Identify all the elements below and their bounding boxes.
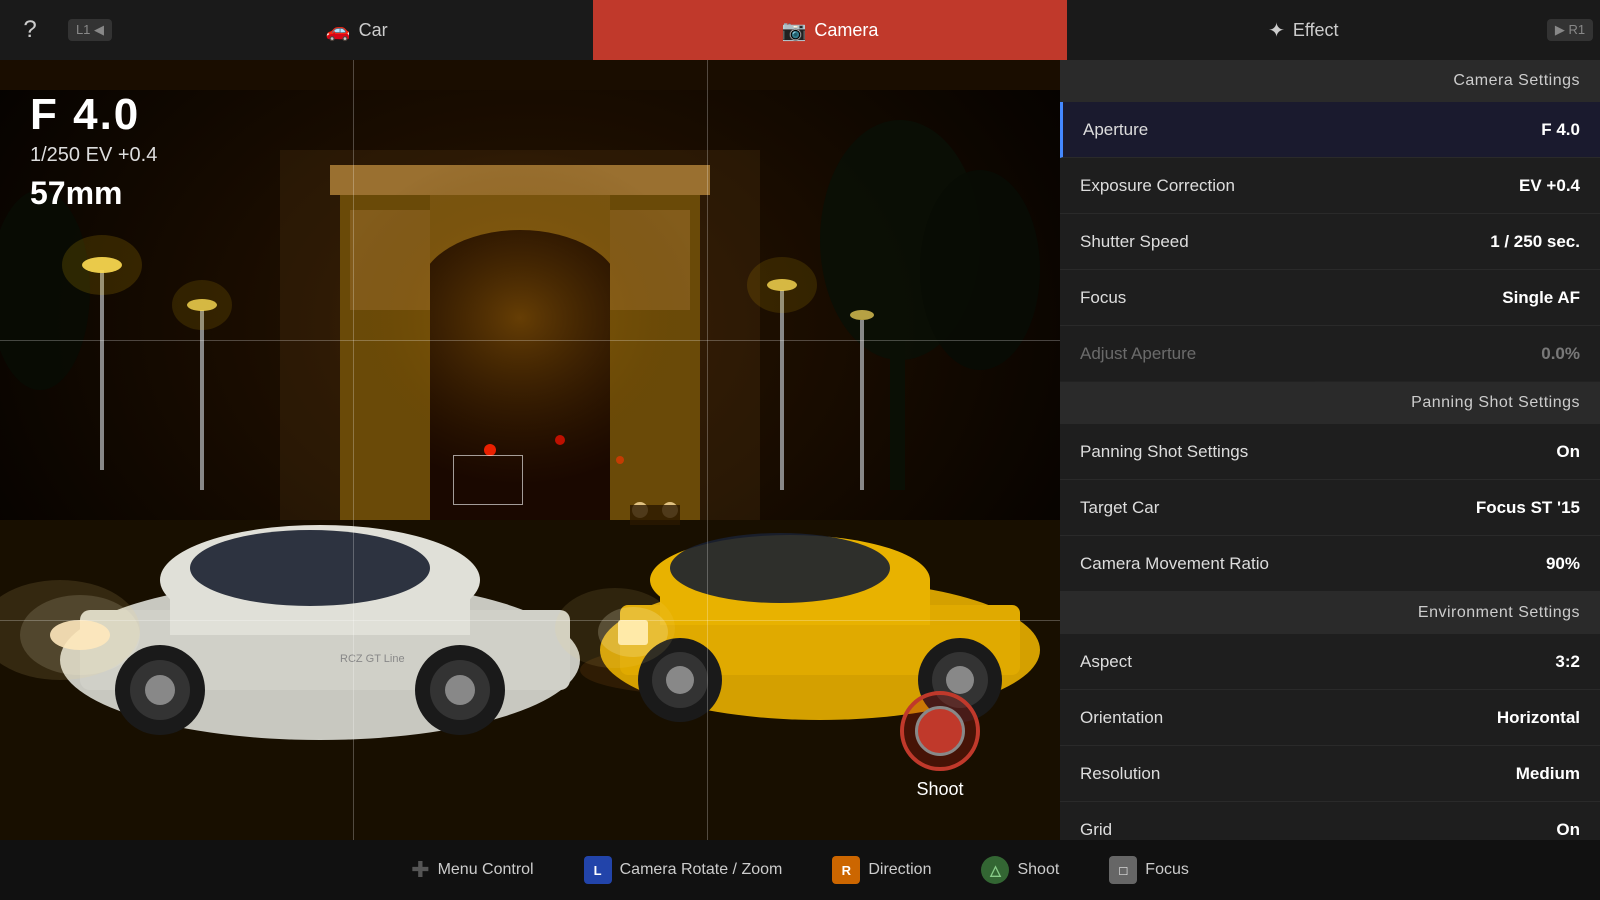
shutter-ev-display: 1/250 EV +0.4 [30,144,157,167]
r1-button[interactable]: ▶ R1 [1540,0,1600,60]
adjust-aperture-row: Adjust Aperture 0.0% [1060,326,1600,382]
effect-icon: ✦ [1268,18,1285,43]
dpad-icon: ✚ [411,857,429,883]
resolution-row[interactable]: Resolution Medium [1060,746,1600,802]
aperture-display: F 4.0 [30,90,157,140]
square-button-icon: □ [1109,856,1137,884]
focus-control: □ Focus [1109,856,1189,884]
shoot-label: Shoot [916,779,963,800]
top-navigation: ? L1 ◀ 🚗 Car 📷 Camera ✦ Effect ▶ R1 [0,0,1600,60]
menu-control: ✚ Menu Control [411,857,533,883]
environment-settings-header: Environment Settings [1060,592,1600,634]
main-content: RCZ GT Line [0,60,1600,900]
tab-camera[interactable]: 📷 Camera [593,0,1066,60]
camera-settings-header: Camera Settings [1060,60,1600,102]
direction-control: R Direction [832,856,931,884]
panning-shot-row[interactable]: Panning Shot Settings On [1060,424,1600,480]
camera-icon: 📷 [782,18,807,43]
shoot-control: △ Shoot [981,856,1059,884]
tab-effect[interactable]: ✦ Effect [1067,0,1540,60]
focal-length-display: 57mm [30,175,157,212]
panning-settings-header: Panning Shot Settings [1060,382,1600,424]
aperture-row[interactable]: Aperture F 4.0 [1060,102,1600,158]
car-icon: 🚗 [326,18,351,43]
help-button[interactable]: ? [0,0,60,60]
camera-viewport: RCZ GT Line [0,60,1060,900]
target-car-row[interactable]: Target Car Focus ST '15 [1060,480,1600,536]
svg-text:RCZ GT Line: RCZ GT Line [340,653,405,665]
tab-car[interactable]: 🚗 Car [120,0,593,60]
shutter-speed-row[interactable]: Shutter Speed 1 / 250 sec. [1060,214,1600,270]
l-button-icon: L [584,856,612,884]
camera-info-overlay: F 4.0 1/250 EV +0.4 57mm [30,90,157,212]
focus-reticle [453,455,523,505]
aspect-row[interactable]: Aspect 3:2 [1060,634,1600,690]
bottom-controls-bar: ✚ Menu Control L Camera Rotate / Zoom R … [0,840,1600,900]
settings-panel: Camera Settings Aperture F 4.0 Exposure … [1060,60,1600,900]
exposure-correction-row[interactable]: Exposure Correction EV +0.4 [1060,158,1600,214]
l1-button[interactable]: L1 ◀ [60,0,120,60]
shoot-inner [915,706,965,756]
r-button-icon: R [832,856,860,884]
shoot-circle [900,691,980,771]
camera-movement-ratio-row[interactable]: Camera Movement Ratio 90% [1060,536,1600,592]
triangle-button-icon: △ [981,856,1009,884]
shoot-button[interactable]: Shoot [900,691,980,800]
orientation-row[interactable]: Orientation Horizontal [1060,690,1600,746]
camera-rotate-control: L Camera Rotate / Zoom [584,856,783,884]
focus-row[interactable]: Focus Single AF [1060,270,1600,326]
